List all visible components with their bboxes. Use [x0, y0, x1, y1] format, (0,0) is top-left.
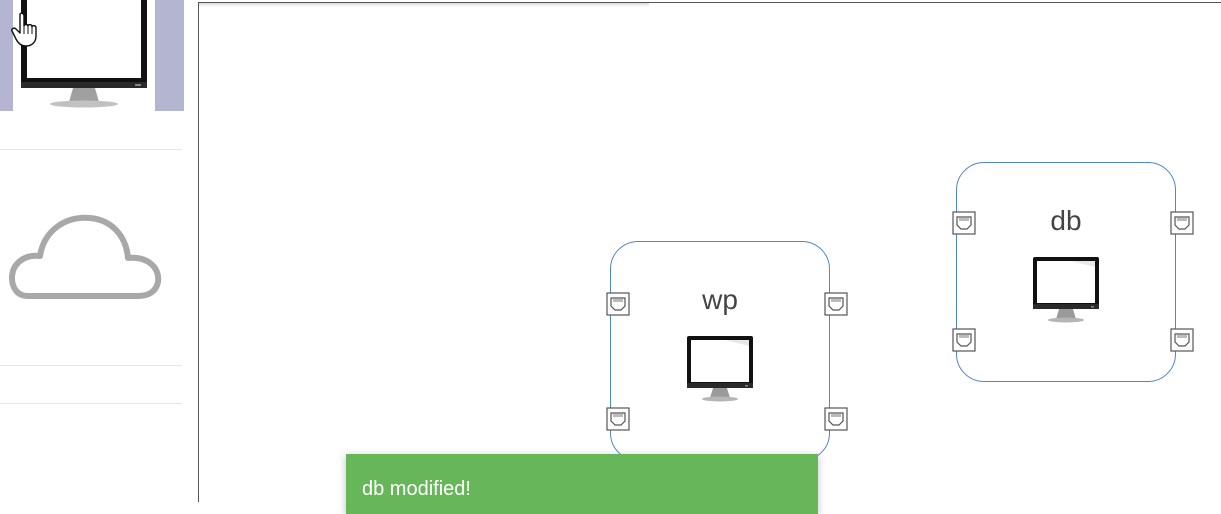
cloud-icon	[9, 214, 162, 299]
palette-item-monitor[interactable]	[0, 0, 184, 111]
ethernet-port-icon[interactable]	[1170, 211, 1194, 235]
ethernet-port-icon[interactable]	[952, 211, 976, 235]
ethernet-port-icon[interactable]	[824, 292, 848, 316]
node-db[interactable]: db	[956, 162, 1176, 382]
monitor-icon	[1033, 257, 1099, 323]
node-wp[interactable]: wp	[610, 241, 830, 461]
monitor-icon	[687, 336, 753, 402]
palette-divider	[0, 403, 182, 404]
tab-strip-shadow	[199, 3, 649, 7]
ethernet-port-icon[interactable]	[1170, 328, 1194, 352]
palette-divider	[0, 365, 182, 366]
node-label: db	[1050, 205, 1082, 236]
diagram-canvas[interactable]: wp db	[198, 2, 1221, 502]
ethernet-port-icon[interactable]	[824, 407, 848, 431]
toast-message: db modified!	[362, 478, 471, 500]
ethernet-port-icon[interactable]	[606, 292, 630, 316]
palette-sidebar	[0, 0, 198, 502]
ethernet-port-icon[interactable]	[606, 407, 630, 431]
toast-notification: db modified!	[346, 454, 818, 514]
hand-cursor-icon	[11, 12, 37, 47]
node-label: wp	[702, 284, 738, 315]
ethernet-port-icon[interactable]	[952, 328, 976, 352]
palette-item-cloud[interactable]	[0, 150, 182, 364]
